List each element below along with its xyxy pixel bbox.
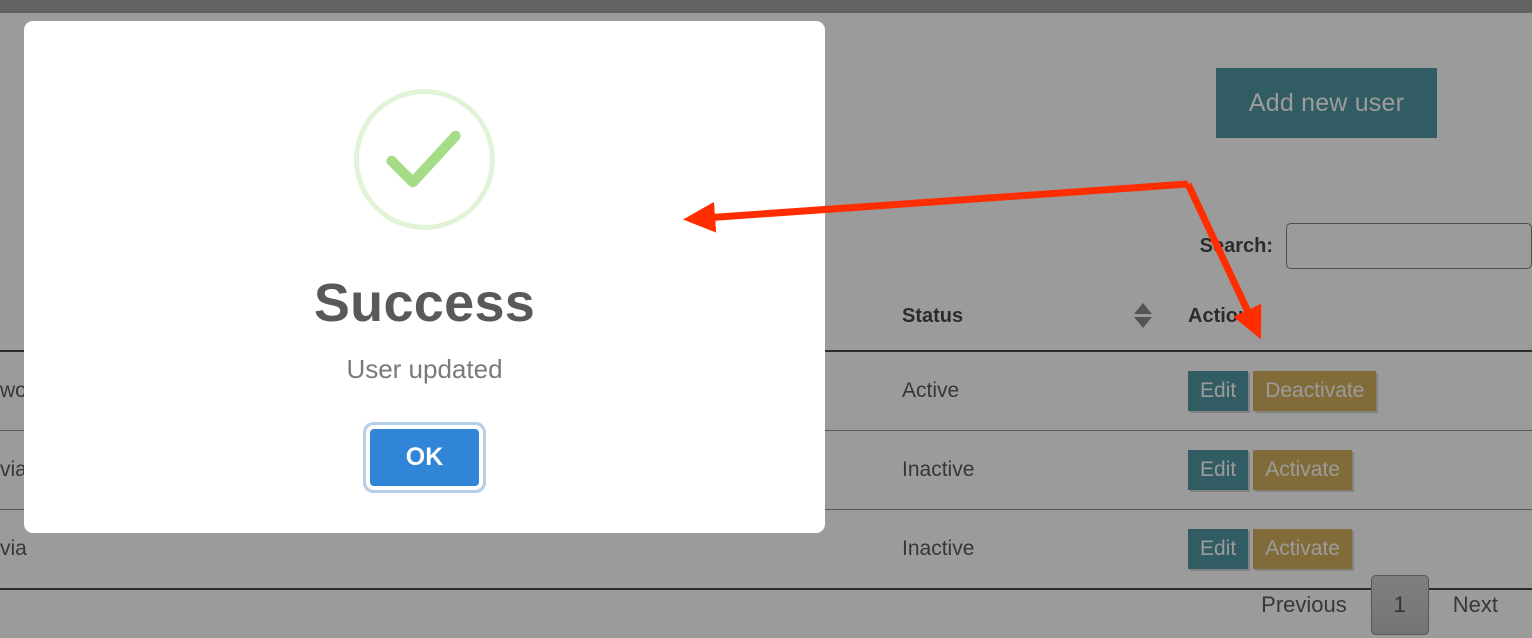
checkmark-glyph — [386, 130, 461, 188]
app-screen: Add new user Search: Status — [0, 0, 1532, 638]
modal-title: Success — [313, 273, 536, 333]
modal-ok-button[interactable]: OK — [369, 429, 480, 486]
modal-message: User updated — [346, 354, 503, 384]
success-check-icon — [354, 89, 495, 230]
success-modal: Success User updated OK — [24, 21, 825, 533]
